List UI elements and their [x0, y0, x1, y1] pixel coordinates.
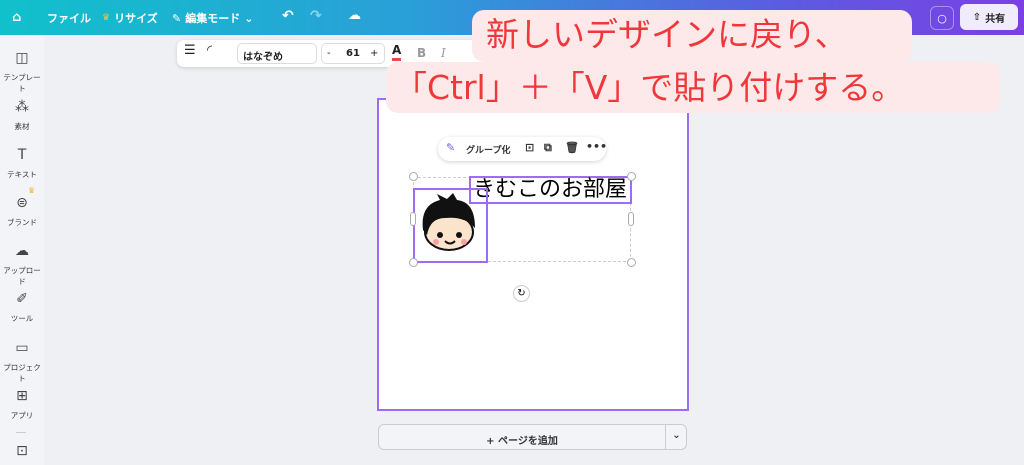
file-menu[interactable]: ファイル	[47, 10, 91, 26]
sidebar-label: 素材	[14, 122, 30, 131]
redo-icon[interactable]: ↷	[310, 8, 322, 24]
font-select[interactable]: はなぞめ	[237, 43, 317, 64]
sidebar-item-brand[interactable]: ♛ ⊜ ブランド	[0, 186, 44, 228]
crown-icon: ♛	[102, 13, 111, 23]
sidebar-item-apps[interactable]: ⊞ アプリ	[0, 388, 44, 421]
undo-icon[interactable]: ↶	[282, 8, 294, 24]
sidebar-item-templates[interactable]: ◫ テンプレート	[0, 50, 44, 94]
italic-button[interactable]: I	[441, 46, 446, 60]
add-page-button[interactable]: + ページを追加 ⌄	[378, 424, 687, 450]
sidebar-label: テンプレート	[3, 73, 41, 93]
sidebar-label: アプリ	[10, 411, 34, 420]
side-handle[interactable]	[628, 212, 634, 226]
chevron-down-icon: ⌄	[244, 11, 254, 25]
increase-size-button[interactable]: +	[370, 48, 378, 59]
more-icon[interactable]: •••	[586, 140, 607, 153]
cloud-sync-icon: ☁	[348, 8, 361, 23]
group-button[interactable]: グループ化	[466, 143, 510, 156]
brand-icon: ⊜	[16, 195, 28, 211]
sidebar-item-elements[interactable]: ⁂ 素材	[0, 99, 44, 132]
apps-icon: ⊞	[16, 388, 28, 404]
template-icon: ◫	[15, 50, 29, 66]
share-button[interactable]: ⇧ 共有	[960, 4, 1018, 30]
magic-pencil-icon[interactable]: ✎	[446, 141, 455, 154]
curve-icon[interactable]: ◜	[207, 43, 212, 58]
sidebar-item-tools[interactable]: ✐ ツール	[0, 291, 44, 324]
crown-icon: ♛	[28, 186, 36, 195]
sidebar-label: プロジェクト	[3, 363, 41, 383]
text-icon: T	[17, 147, 27, 163]
pencil-icon: ✎	[172, 11, 182, 25]
upload-icon: ☁	[15, 243, 29, 259]
tools-icon: ✐	[16, 291, 28, 307]
edit-mode-label: 編集モード	[185, 12, 241, 25]
sidebar-label: ブランド	[7, 218, 37, 227]
lock-icon[interactable]: ⊡	[525, 141, 534, 154]
resize-handle[interactable]	[627, 172, 636, 181]
share-label: 共有	[985, 13, 1006, 25]
callout-line2: 「Ctrl」＋「V」で貼り付けする。	[386, 62, 1000, 113]
sidebar-item-projects[interactable]: ▭ プロジェクト	[0, 340, 44, 384]
resize-label: リサイズ	[114, 12, 158, 25]
resize-button[interactable]: ♛ リサイズ	[102, 10, 158, 26]
home-icon[interactable]: ⌂	[12, 10, 21, 25]
resize-handle[interactable]	[409, 172, 418, 181]
comment-icon[interactable]: ○	[930, 6, 954, 30]
callout-line1: 新しいデザインに戻り、	[472, 10, 912, 62]
sidebar-item-uploads[interactable]: ☁ アップロード	[0, 243, 44, 287]
sidebar-item-text[interactable]: T テキスト	[0, 147, 44, 180]
sidebar-label: アップロード	[3, 266, 41, 286]
spacing-icon[interactable]: ☰	[184, 43, 196, 58]
character-face-illustration	[422, 193, 475, 251]
context-menu: ✎ グループ化 ⊡ ⧉ 🗑 •••	[438, 137, 607, 161]
sidebar: ◫ テンプレート ⁂ 素材 T テキスト ♛ ⊜ ブランド ☁ アップロード ✐ ツール ▭ プ…	[0, 35, 44, 465]
decrease-size-button[interactable]: -	[327, 48, 331, 59]
duplicate-icon[interactable]: ⧉	[544, 141, 552, 155]
resize-handle[interactable]	[627, 258, 636, 267]
font-size-value[interactable]: 61	[346, 48, 360, 59]
rotate-icon[interactable]: ↻	[513, 285, 530, 302]
folder-icon: ▭	[15, 340, 29, 356]
add-page-label: + ページを追加	[486, 436, 558, 447]
sidebar-label: テキスト	[7, 170, 37, 179]
canvas-text[interactable]: きむこのお部屋	[469, 176, 632, 204]
upload-share-icon: ⇧	[972, 11, 982, 23]
sidebar-item-magic[interactable]: ⊡	[0, 443, 44, 465]
elements-icon: ⁂	[15, 99, 29, 115]
bold-button[interactable]: B	[417, 46, 426, 60]
text-color-icon[interactable]: A	[392, 43, 402, 61]
trash-icon[interactable]: 🗑	[565, 141, 579, 154]
chevron-down-icon[interactable]: ⌄	[665, 425, 687, 449]
magic-media-icon: ⊡	[16, 443, 28, 459]
edit-mode-button[interactable]: ✎ 編集モード ⌄	[172, 10, 253, 26]
resize-handle[interactable]	[409, 258, 418, 267]
divider	[16, 432, 26, 433]
sidebar-label: ツール	[10, 314, 34, 323]
character-image[interactable]	[413, 188, 488, 263]
side-handle[interactable]	[410, 212, 416, 226]
